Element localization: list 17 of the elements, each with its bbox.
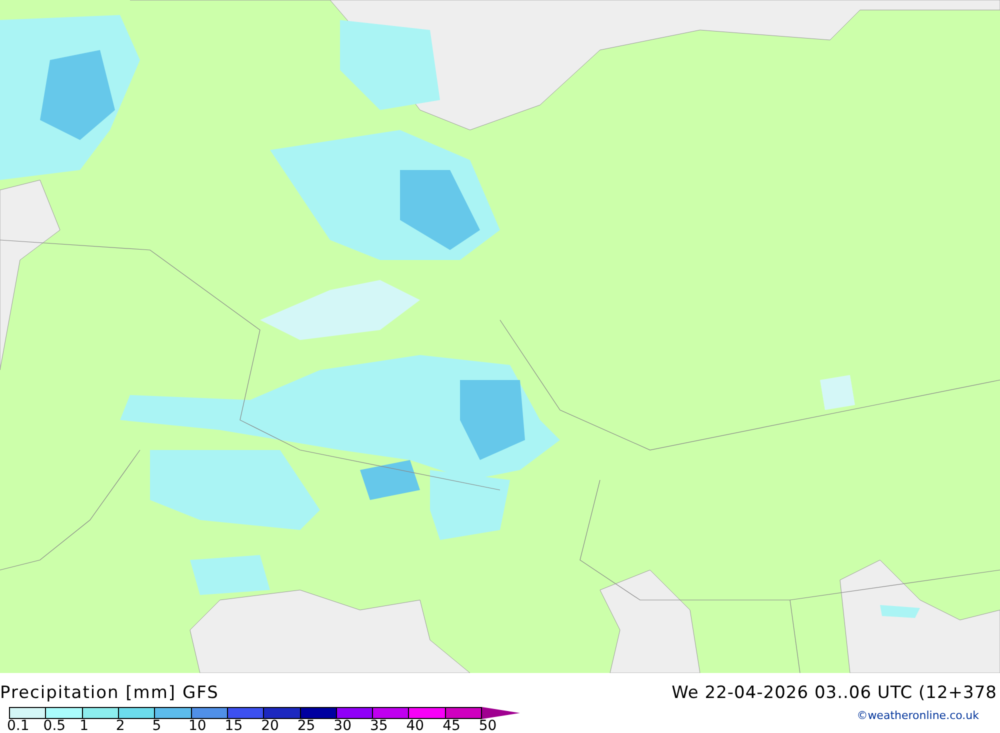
scale-label: 50 — [478, 719, 498, 733]
scale-label: 2 — [116, 719, 126, 733]
scale-label: 45 — [442, 719, 462, 733]
scale-label: 35 — [370, 719, 389, 733]
scale-label: 1 — [80, 719, 90, 733]
scale-label: 10 — [188, 719, 208, 733]
credit-link[interactable]: ©weatheronline.co.uk — [856, 709, 979, 722]
scale-label: 30 — [334, 719, 352, 733]
valid-time: We 22-04-2026 03..06 UTC (12+378 — [672, 683, 997, 705]
scale-label: 40 — [406, 719, 426, 733]
legend-title: Precipitation [mm] GFS — [0, 683, 219, 705]
scale-label: 0.5 — [43, 719, 67, 733]
scale-label: 25 — [297, 719, 316, 733]
scale-label: 15 — [224, 719, 244, 733]
scale-label: 5 — [152, 719, 162, 733]
scale-label: 0.1 — [7, 719, 30, 733]
scale-label: 20 — [261, 719, 280, 733]
